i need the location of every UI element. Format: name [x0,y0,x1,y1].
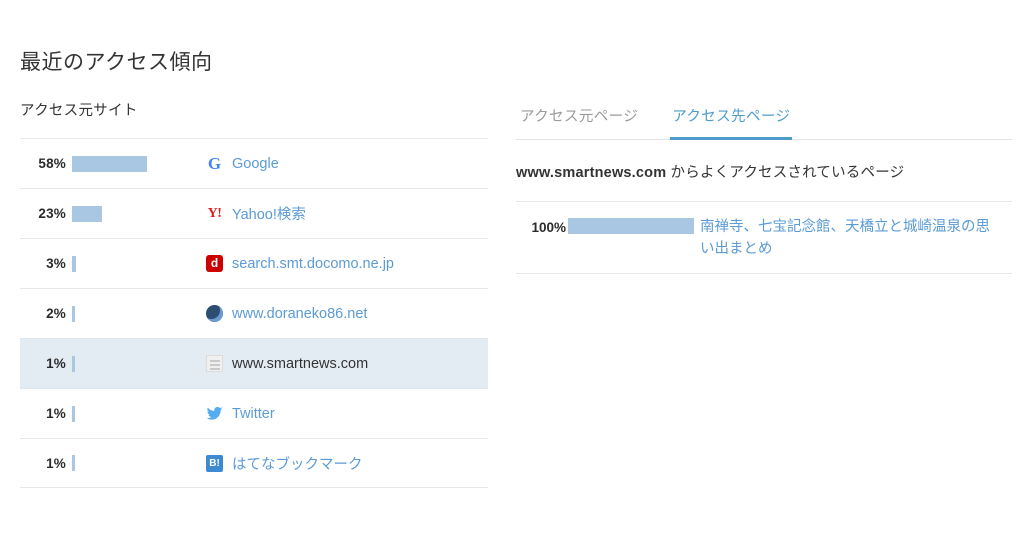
table-row[interactable]: 3% d search.smt.docomo.ne.jp [20,238,488,288]
section-subtitle: アクセス元サイト [20,103,138,119]
bar-track [72,455,202,471]
detail-heading-rest: からよくアクセスされているページ [666,165,905,181]
site-label[interactable]: search.smt.docomo.ne.jp [232,256,394,272]
site-cell[interactable]: Y! Yahoo!検索 [206,203,488,224]
page-title: 最近のアクセス傾向 [20,51,213,74]
table-row[interactable]: 1% Twitter [20,388,488,438]
percent-label: 3% [46,256,66,271]
table-row[interactable]: 23% Y! Yahoo!検索 [20,188,488,238]
bar-fill [72,155,148,172]
site-cell[interactable]: G Google [206,155,488,172]
bar-fill [72,455,75,471]
table-row[interactable]: 100% 南禅寺、七宝記念館、天橋立と城崎温泉の思い出まとめ [516,202,1012,274]
twitter-icon [206,405,223,422]
site-cell[interactable]: Twitter [206,405,488,422]
site-cell[interactable]: B! はてなブックマーク [206,453,488,474]
table-row[interactable]: 2% www.doraneko86.net [20,288,488,338]
table-row[interactable]: 1% B! はてなブックマーク [20,438,488,488]
bar-track [72,255,202,272]
detail-tabs: アクセス元ページ アクセス先ページ [516,102,1012,140]
percent-label: 1% [46,406,66,421]
bar-fill [72,405,75,422]
percent-label: 58% [38,156,66,171]
detail-panel: アクセス元ページ アクセス先ページ www.smartnews.com からよく… [516,102,1012,274]
bar-fill [72,255,76,272]
smartnews-icon [206,355,223,372]
percent-label: 2% [46,306,66,321]
percent-label: 1% [46,455,66,471]
access-trend-page: 最近のアクセス傾向 アクセス元サイト 58% G Google 23% Y! Y… [0,0,1024,547]
bar-track [72,155,202,172]
detail-heading: www.smartnews.com からよくアクセスされているページ [516,140,1012,202]
site-cell[interactable]: www.smartnews.com [206,355,488,372]
bar-track [72,205,202,222]
site-label[interactable]: Twitter [232,406,275,422]
google-icon: G [207,154,222,173]
bar-fill [72,205,102,222]
site-label[interactable]: Yahoo!検索 [232,203,306,224]
bar-fill [568,218,694,234]
site-cell[interactable]: www.doraneko86.net [206,305,488,322]
site-label[interactable]: はてなブックマーク [232,453,363,474]
detail-heading-domain: www.smartnews.com [516,165,667,181]
table-row[interactable]: 58% G Google [20,138,488,188]
yahoo-icon: Y! [207,206,222,221]
site-label[interactable]: www.smartnews.com [232,356,368,372]
bar-fill [72,355,75,372]
percent-label: 1% [46,356,66,371]
page-link[interactable]: 南禅寺、七宝記念館、天橋立と城崎温泉の思い出まとめ [700,216,1000,261]
percent-label: 100% [531,220,566,235]
table-row[interactable]: 1% www.smartnews.com [20,338,488,388]
bar-fill [72,305,75,322]
doraneko-icon [206,305,223,322]
tab-referrer-pages[interactable]: アクセス元ページ [518,102,640,140]
site-label[interactable]: www.doraneko86.net [232,306,367,322]
hatena-bookmark-icon: B! [206,454,223,472]
percent-label: 23% [38,206,66,221]
tab-destination-pages[interactable]: アクセス先ページ [670,102,793,140]
site-label[interactable]: Google [232,156,279,172]
bar-track [72,405,202,422]
bar-track [72,305,202,322]
site-cell[interactable]: d search.smt.docomo.ne.jp [206,255,488,272]
bar-track [72,355,202,372]
docomo-icon: d [206,255,223,272]
referral-sources-list: 58% G Google 23% Y! Yahoo!検索 3% d search… [20,138,488,488]
